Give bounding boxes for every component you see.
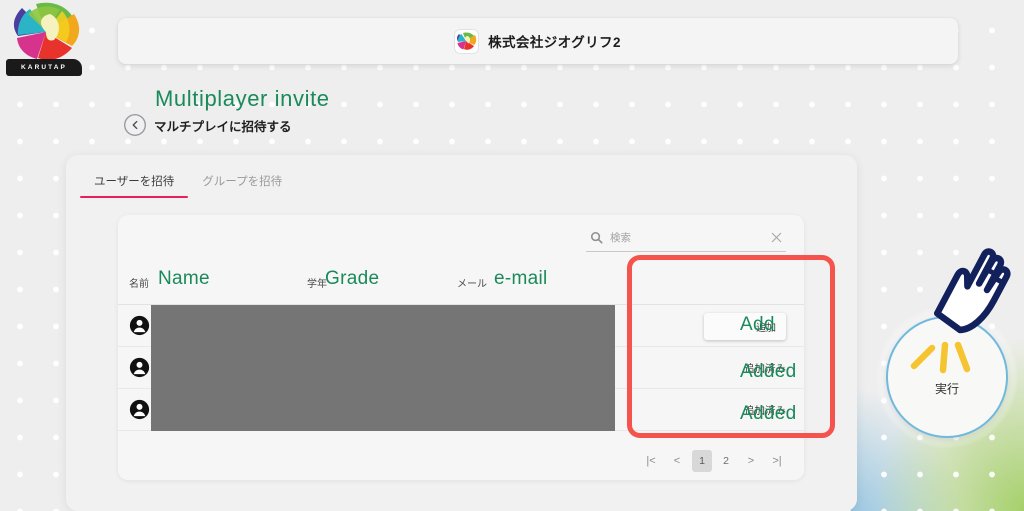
- screen-root: KARUTAP 株式会社ジオグリフ2 Multiplayer invite マル: [0, 0, 1024, 511]
- annotation-name: Name: [158, 268, 210, 289]
- user-list-card: 検索 名前 学年 メール 追加 追加済み 追加済み |< < 1 2 > >|: [118, 215, 804, 480]
- back-arrow-icon[interactable]: [124, 114, 146, 136]
- execute-button[interactable]: 実行: [876, 306, 1018, 448]
- tab-invite-group[interactable]: グループを招待: [188, 165, 296, 198]
- account-circle-icon: [129, 315, 150, 336]
- annotation-grade: Grade: [325, 268, 380, 289]
- pagination-page-1[interactable]: 1: [692, 450, 712, 472]
- close-icon[interactable]: [771, 232, 782, 243]
- annotation-email: e-mail: [494, 268, 548, 289]
- annotation-added-2: Added: [740, 403, 797, 424]
- column-header-email: メール: [457, 279, 487, 290]
- pagination-next[interactable]: >: [740, 450, 762, 472]
- invite-panel: ユーザーを招待 グループを招待 検索 名前 学年 メール 追加 追加済み 追加済…: [66, 155, 857, 511]
- pagination-page-2[interactable]: 2: [716, 450, 736, 472]
- tab-bar: ユーザーを招待 グループを招待: [80, 165, 296, 198]
- table-header: 名前 学年 メール: [118, 257, 804, 305]
- column-header-grade: 学年: [307, 279, 327, 290]
- annotation-page-title: Multiplayer invite: [155, 86, 330, 111]
- karutap-logo: KARUTAP: [2, 2, 86, 80]
- account-circle-icon: [129, 357, 150, 378]
- annotation-add: Add: [740, 314, 775, 335]
- search-field[interactable]: 検索: [586, 224, 786, 252]
- tab-invite-user[interactable]: ユーザーを招待: [80, 165, 189, 198]
- pagination-first[interactable]: |<: [640, 450, 662, 472]
- app-tile-icon: [455, 29, 479, 53]
- search-input[interactable]: 検索: [610, 230, 764, 245]
- pagination: |< < 1 2 > >|: [118, 450, 804, 472]
- search-icon: [590, 231, 603, 244]
- breadcrumb: マルチプレイに招待する: [124, 114, 292, 136]
- execute-label: 実行: [934, 382, 959, 396]
- redacted-data-overlay: [151, 305, 615, 431]
- breadcrumb-label: マルチプレイに招待する: [154, 119, 292, 134]
- sparkle-rays-icon: [910, 341, 971, 374]
- karutap-logo-text: KARUTAP: [6, 59, 82, 76]
- account-circle-icon: [129, 399, 150, 420]
- app-bar-title: 株式会社ジオグリフ2: [488, 35, 621, 50]
- karutap-pinwheel-icon: [13, 2, 80, 60]
- app-bar: 株式会社ジオグリフ2: [118, 18, 958, 64]
- pagination-prev[interactable]: <: [666, 450, 688, 472]
- column-header-name: 名前: [129, 279, 149, 290]
- pagination-last[interactable]: >|: [766, 450, 788, 472]
- annotation-added-1: Added: [740, 361, 797, 382]
